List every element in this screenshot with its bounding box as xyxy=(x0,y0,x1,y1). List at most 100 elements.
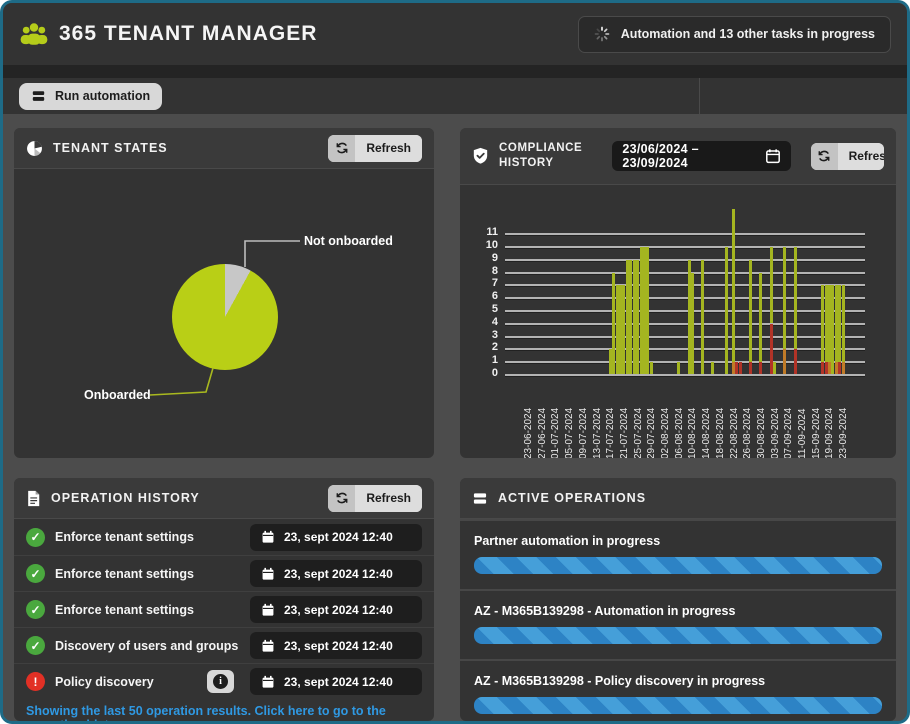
x-axis-tick: 05-07-2024 xyxy=(564,408,575,458)
y-axis-tick: 3 xyxy=(468,329,498,341)
gridline xyxy=(505,374,865,376)
operation-label: Enforce tenant settings xyxy=(55,567,240,581)
operation-row[interactable]: ✓Enforce tenant settings23, sept 2024 12… xyxy=(14,591,434,627)
y-axis-tick: 0 xyxy=(468,367,498,379)
operation-row[interactable]: ✓Enforce tenant settings23, sept 2024 12… xyxy=(14,555,434,591)
gridline xyxy=(505,233,865,235)
active-operation-item: AZ - M365B139298 - Automation in progres… xyxy=(460,589,896,659)
operation-date: 23, sept 2024 12:40 xyxy=(250,524,422,551)
bar-segment[interactable] xyxy=(783,247,786,349)
operation-row[interactable]: ✓Enforce tenant settings23, sept 2024 12… xyxy=(14,519,434,555)
calendar-icon xyxy=(261,530,275,544)
x-axis-tick: 19-09-2024 xyxy=(824,408,835,458)
app-header: 365 TENANT MANAGER Automation and 13 oth… xyxy=(3,3,907,65)
bar-segment[interactable] xyxy=(770,247,773,323)
error-exclamation-icon: ! xyxy=(26,672,45,691)
tenant-states-panel: TENANT STATES Refresh xyxy=(14,128,434,458)
x-axis-tick: 25-07-2024 xyxy=(633,408,644,458)
calendar-icon xyxy=(765,148,781,164)
brand: 365 TENANT MANAGER xyxy=(19,21,317,47)
dashboard-content: TENANT STATES Refresh xyxy=(3,114,907,721)
x-axis-tick: 10-08-2024 xyxy=(687,408,698,458)
gridline xyxy=(505,272,865,274)
operation-row[interactable]: !Policy discoveryi23, sept 2024 12:40 xyxy=(14,663,434,699)
gridline xyxy=(505,284,865,286)
x-axis-tick: 06-08-2024 xyxy=(674,408,685,458)
active-operation-item: AZ - M365B139298 - Policy discovery in p… xyxy=(460,659,896,721)
x-axis-tick: 14-08-2024 xyxy=(701,408,712,458)
bar-segment[interactable] xyxy=(677,362,680,374)
bar-segment[interactable] xyxy=(773,362,776,374)
info-icon: i xyxy=(213,674,228,689)
operation-label: Enforce tenant settings xyxy=(55,603,240,617)
gridline xyxy=(505,310,865,312)
progress-bar xyxy=(474,697,882,714)
compliance-history-header: COMPLIANCE HISTORY 23/06/2024 – 23/09/20… xyxy=(460,128,896,185)
operation-history-list: ✓ Enforce tenant settings 23, sept 2024 12… xyxy=(14,519,434,699)
progress-bar xyxy=(474,627,882,644)
tasks-in-progress-button[interactable]: Automation and 13 other tasks in progres… xyxy=(578,16,891,53)
operation-history-footer-link[interactable]: Showing the last 50 operation results. C… xyxy=(14,699,434,721)
bar-segment[interactable] xyxy=(783,349,786,374)
bar-segment[interactable] xyxy=(711,362,714,374)
app-window: 365 TENANT MANAGER Automation and 13 oth… xyxy=(0,0,910,724)
gridline xyxy=(505,246,865,248)
active-operations-list: Partner automation in progressAZ - M365B… xyxy=(460,519,896,721)
refresh-label: Refresh xyxy=(355,135,422,162)
pie-label-not-onboarded: Not onboarded xyxy=(304,234,393,248)
tasks-in-progress-label: Automation and 13 other tasks in progres… xyxy=(621,27,875,41)
operation-row[interactable]: ✓Discovery of users and groups23, sept 2… xyxy=(14,627,434,663)
pie-chart-icon xyxy=(26,140,43,157)
operation-label: Discovery of users and groups xyxy=(55,639,240,653)
info-button[interactable]: i xyxy=(207,670,234,693)
calendar-icon xyxy=(261,675,275,689)
operation-history-refresh-button[interactable]: Refresh xyxy=(328,485,422,512)
bar-segment[interactable] xyxy=(842,362,845,374)
y-axis-tick: 11 xyxy=(468,226,498,238)
progress-bar xyxy=(474,557,882,574)
bar-segment[interactable] xyxy=(749,362,752,374)
bar-segment[interactable] xyxy=(739,362,742,374)
bar-segment[interactable] xyxy=(650,362,653,374)
y-axis-tick: 9 xyxy=(468,252,498,264)
bar-segment[interactable] xyxy=(759,362,762,374)
gridline xyxy=(505,336,865,338)
operation-date: 23, sept 2024 12:40 xyxy=(250,596,422,623)
x-axis-tick: 26-08-2024 xyxy=(742,408,753,458)
y-axis-tick: 2 xyxy=(468,341,498,353)
active-operations-title: ACTIVE OPERATIONS xyxy=(498,491,646,505)
bar-segment[interactable] xyxy=(646,247,649,374)
gridline xyxy=(505,259,865,261)
x-axis-tick: 29-07-2024 xyxy=(646,408,657,458)
refresh-label: Refresh xyxy=(355,485,422,512)
bar-segment[interactable] xyxy=(759,273,762,362)
bar-segment[interactable] xyxy=(794,349,797,374)
pie-label-onboarded: Onboarded xyxy=(84,388,151,402)
x-axis-tick: 30-08-2024 xyxy=(756,408,767,458)
pie-callout-lines xyxy=(14,169,434,458)
bar-segment[interactable] xyxy=(725,247,728,374)
operation-date-text: 23, sept 2024 12:40 xyxy=(284,567,393,581)
calendar-icon xyxy=(261,603,275,617)
compliance-bar-chart[interactable]: 0123456789101123-06-202427-06-202401-07-… xyxy=(460,185,896,458)
bar-segment[interactable] xyxy=(691,273,694,375)
bar-segment[interactable] xyxy=(701,260,704,375)
active-operation-label: AZ - M365B139298 - Policy discovery in p… xyxy=(474,674,882,688)
x-axis-tick: 15-09-2024 xyxy=(811,408,822,458)
success-check-icon: ✓ xyxy=(26,636,45,655)
run-automation-button[interactable]: Run automation xyxy=(19,83,162,110)
date-range-input[interactable]: 23/06/2024 – 23/09/2024 xyxy=(612,141,790,171)
document-icon xyxy=(26,490,41,507)
bar-segment[interactable] xyxy=(732,209,735,362)
y-axis-tick: 7 xyxy=(468,277,498,289)
bar-segment[interactable] xyxy=(842,285,845,361)
automation-list-icon xyxy=(31,89,46,103)
compliance-refresh-button[interactable]: Refresh xyxy=(811,143,884,170)
calendar-icon xyxy=(261,639,275,653)
bar-segment[interactable] xyxy=(749,260,752,362)
app-title: 365 TENANT MANAGER xyxy=(59,22,317,46)
gridline xyxy=(505,361,865,363)
operation-date: 23, sept 2024 12:40 xyxy=(250,668,422,695)
bar-segment[interactable] xyxy=(794,247,797,349)
tenant-states-refresh-button[interactable]: Refresh xyxy=(328,135,422,162)
